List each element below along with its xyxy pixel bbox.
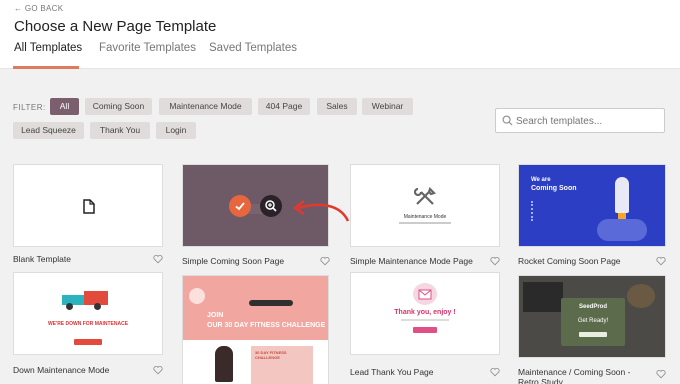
heart-icon[interactable]: [320, 256, 330, 266]
template-card-blank[interactable]: [13, 164, 163, 247]
filter-chip-404-page[interactable]: 404 Page: [258, 98, 310, 115]
thumb-title-line2: Coming Soon: [531, 185, 577, 192]
select-template-button[interactable]: [229, 195, 251, 217]
template-label[interactable]: Rocket Coming Soon Page: [518, 256, 621, 266]
thumb-button: [413, 327, 437, 333]
tow-truck-illustration: [60, 289, 116, 310]
thumb-circle: [189, 288, 205, 304]
thumb-keyboard: [523, 282, 563, 312]
tab-favorite-templates[interactable]: Favorite Templates: [99, 42, 196, 54]
thumb-form: 30 DAY FITNESS CHALLENGE: [251, 346, 313, 384]
template-label[interactable]: Simple Coming Soon Page: [182, 256, 284, 266]
thumb-lower-panel: 30 DAY FITNESS CHALLENGE: [183, 340, 328, 384]
document-icon: [83, 199, 95, 214]
zoom-in-icon: [265, 200, 277, 212]
tab-saved-templates[interactable]: Saved Templates: [209, 42, 297, 54]
tools-icon: [414, 187, 436, 205]
filter-chip-webinar[interactable]: Webinar: [362, 98, 413, 115]
template-card-fitness-challenge[interactable]: JOIN OUR 30 DAY FITNESS CHALLENGE 30 DAY…: [182, 275, 329, 384]
thumb-line: [399, 222, 451, 224]
thumb-text: WE'RE DOWN FOR MAINTENACE: [47, 321, 129, 327]
template-card-retro-study[interactable]: SeedProd Get Ready!: [518, 275, 666, 358]
thumb-text: Maintenance Mode: [403, 214, 447, 220]
template-label[interactable]: Simple Maintenance Mode Page: [350, 256, 473, 266]
thumb-list: [531, 201, 561, 221]
rocket-cloud: [597, 219, 647, 241]
go-back-link[interactable]: ← GO BACK: [14, 4, 63, 13]
thumb-join: JOIN: [207, 312, 224, 319]
athlete-figure: [249, 300, 293, 306]
template-card-simple-maintenance[interactable]: Maintenance Mode: [350, 164, 500, 247]
template-card-rocket[interactable]: We are Coming Soon: [518, 164, 666, 247]
heart-icon[interactable]: [490, 367, 500, 377]
envelope-icon: [413, 283, 437, 305]
filter-chip-sales[interactable]: Sales: [317, 98, 357, 115]
header: ← GO BACK Choose a New Page Template All…: [0, 0, 680, 69]
heart-icon[interactable]: [656, 369, 666, 379]
check-icon: [235, 202, 245, 211]
template-label[interactable]: Down Maintenance Mode: [13, 365, 109, 375]
template-label[interactable]: Maintenance / Coming Soon - Retro Study: [518, 367, 648, 384]
heart-icon[interactable]: [153, 365, 163, 375]
thumb-plant: [627, 284, 655, 308]
thumb-title-line1: We are: [531, 177, 551, 183]
filter-chip-lead-squeeze[interactable]: Lead Squeeze: [13, 122, 84, 139]
heart-icon[interactable]: [656, 256, 666, 266]
filter-chip-thank-you[interactable]: Thank You: [90, 122, 150, 139]
template-card-lead-thank-you[interactable]: Thank you, enjoy !: [350, 272, 500, 355]
filter-label: FILTER:: [13, 103, 46, 112]
rocket-body: [615, 177, 629, 213]
thumb-button: [74, 339, 102, 345]
search-box[interactable]: [495, 108, 665, 133]
preview-template-button[interactable]: [260, 195, 282, 217]
arrow-annotation-icon: [292, 200, 350, 222]
search-icon: [502, 115, 513, 126]
thumb-text: Thank you, enjoy !: [394, 309, 456, 316]
thumb-panel: SeedProd Get Ready!: [561, 298, 625, 346]
thumb-line: [401, 319, 449, 321]
filter-chip-login[interactable]: Login: [156, 122, 196, 139]
heart-icon[interactable]: [490, 256, 500, 266]
page-title: Choose a New Page Template: [14, 18, 217, 35]
filter-chip-coming-soon[interactable]: Coming Soon: [85, 98, 152, 115]
filter-chip-maintenance-mode[interactable]: Maintenance Mode: [159, 98, 252, 115]
template-card-down-maintenance[interactable]: WE'RE DOWN FOR MAINTENACE: [13, 272, 163, 355]
thumb-challenge: OUR 30 DAY FITNESS CHALLENGE: [207, 322, 326, 329]
template-label[interactable]: Lead Thank You Page: [350, 367, 434, 377]
search-input[interactable]: [516, 113, 656, 129]
filter-chip-all[interactable]: All: [50, 98, 79, 115]
tab-all-templates[interactable]: All Templates: [14, 42, 82, 54]
template-label[interactable]: Blank Template: [13, 254, 71, 264]
active-tab-indicator: [13, 66, 79, 69]
heart-icon[interactable]: [153, 254, 163, 264]
athlete-photo: [215, 346, 233, 382]
